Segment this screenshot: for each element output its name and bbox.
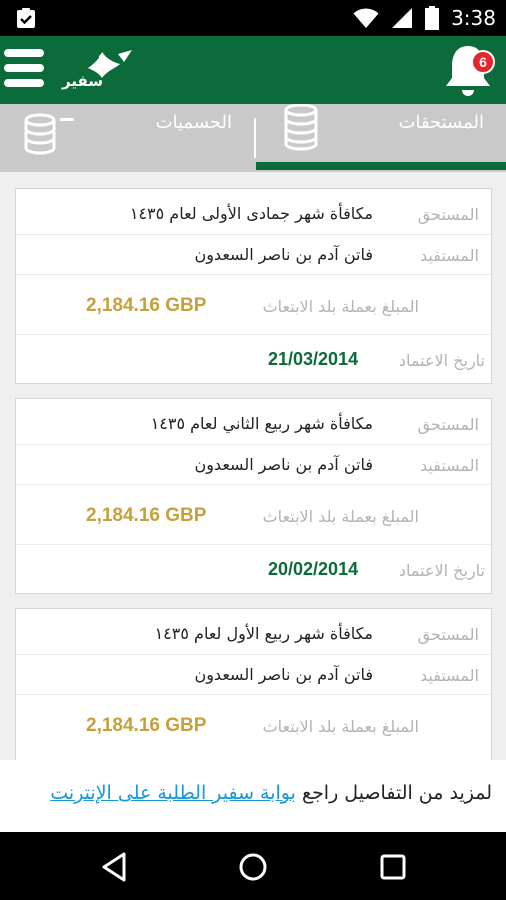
approval-date-row: تاريخ الاعتماد 20/02/2014 xyxy=(16,545,491,593)
tabs-bar: الحسميات المستحقات xyxy=(0,104,506,172)
due-card[interactable]: المستحق مكافأة شهر ربيع الأول لعام ١٤٣٥ … xyxy=(15,608,492,760)
notification-badge: 6 xyxy=(471,50,495,74)
due-value: مكافأة شهر ربيع الأول لعام ١٤٣٥ xyxy=(154,624,373,643)
due-label: المستحق xyxy=(417,625,479,644)
tab-dues-label: المستحقات xyxy=(398,112,484,133)
beneficiary-label: المستفيد xyxy=(420,456,479,475)
notifications-button[interactable]: 6 xyxy=(442,40,498,100)
beneficiary-value: فاتن آدم بن ناصر السعدون xyxy=(194,665,373,684)
due-row: المستحق مكافأة شهر ربيع الأول لعام ١٤٣٥ xyxy=(16,609,491,655)
battery-icon xyxy=(425,6,440,30)
due-card[interactable]: المستحق مكافأة شهر ربيع الثاني لعام ١٤٣٥… xyxy=(15,398,492,594)
active-tab-indicator xyxy=(256,162,506,170)
amount-label: المبلغ بعملة بلد الابتعاث xyxy=(262,717,419,736)
amount-value: 2,184.16 GBP xyxy=(86,715,207,736)
coins-minus-icon xyxy=(24,113,74,155)
due-row: المستحق مكافأة شهر ربيع الثاني لعام ١٤٣٥ xyxy=(16,399,491,445)
amount-row: المبلغ بعملة بلد الابتعاث 2,184.16 GBP xyxy=(16,275,491,335)
amount-value: 2,184.16 GBP xyxy=(86,505,207,526)
signal-icon xyxy=(392,8,413,28)
tab-deductions[interactable]: الحسميات xyxy=(0,104,254,172)
app-logo: سفير xyxy=(62,48,134,92)
amount-label: المبلغ بعملة بلد الابتعاث xyxy=(262,297,419,316)
back-triangle-icon[interactable] xyxy=(98,850,132,884)
approval-date-label: تاريخ الاعتماد xyxy=(398,561,485,580)
approval-date-value: 20/02/2014 xyxy=(268,559,359,579)
clipboard-check-icon xyxy=(17,8,35,28)
due-label: المستحق xyxy=(417,415,479,434)
app-header: سفير 6 xyxy=(0,36,506,104)
amount-value: 2,184.16 GBP xyxy=(86,295,207,316)
status-bar: 3:38 xyxy=(0,0,506,36)
approval-date-label: تاريخ الاعتماد xyxy=(398,351,485,370)
due-row: المستحق مكافأة شهر جمادى الأولى لعام ١٤٣… xyxy=(16,189,491,235)
amount-label: المبلغ بعملة بلد الابتعاث xyxy=(262,507,419,526)
wifi-icon xyxy=(353,8,379,28)
home-circle-icon[interactable] xyxy=(236,850,270,884)
system-nav-bar xyxy=(0,832,506,900)
status-time: 3:38 xyxy=(451,6,496,30)
portal-link[interactable]: بوابة سفير الطلبة على الإنترنت xyxy=(50,782,296,804)
approval-date-row: تاريخ الاعتماد 21/03/2014 xyxy=(16,335,491,383)
dues-list[interactable]: المستحق مكافأة شهر جمادى الأولى لعام ١٤٣… xyxy=(0,172,506,760)
beneficiary-label: المستفيد xyxy=(420,246,479,265)
beneficiary-row: المستفيد فاتن آدم بن ناصر السعدون xyxy=(16,445,491,485)
beneficiary-row: المستفيد فاتن آدم بن ناصر السعدون xyxy=(16,235,491,275)
coins-stack-icon xyxy=(284,104,318,151)
hamburger-menu-icon[interactable] xyxy=(4,49,44,91)
due-value: مكافأة شهر ربيع الثاني لعام ١٤٣٥ xyxy=(150,414,373,433)
beneficiary-value: فاتن آدم بن ناصر السعدون xyxy=(194,455,373,474)
tab-deductions-label: الحسميات xyxy=(155,112,232,133)
beneficiary-value: فاتن آدم بن ناصر السعدون xyxy=(194,245,373,264)
amount-row: المبلغ بعملة بلد الابتعاث 2,184.16 GBP xyxy=(16,695,491,755)
recents-square-icon[interactable] xyxy=(376,850,410,884)
footer-text: لمزيد من التفاصيل راجع xyxy=(301,782,492,804)
amount-row: المبلغ بعملة بلد الابتعاث 2,184.16 GBP xyxy=(16,485,491,545)
beneficiary-row: المستفيد فاتن آدم بن ناصر السعدون xyxy=(16,655,491,695)
beneficiary-label: المستفيد xyxy=(420,666,479,685)
logo-text: سفير xyxy=(62,72,104,90)
due-label: المستحق xyxy=(417,205,479,224)
approval-date-value: 21/03/2014 xyxy=(268,349,359,369)
due-value: مكافأة شهر جمادى الأولى لعام ١٤٣٥ xyxy=(129,204,373,223)
footer-note: لمزيد من التفاصيل راجع بوابة سفير الطلبة… xyxy=(0,760,506,832)
due-card[interactable]: المستحق مكافأة شهر جمادى الأولى لعام ١٤٣… xyxy=(15,188,492,384)
